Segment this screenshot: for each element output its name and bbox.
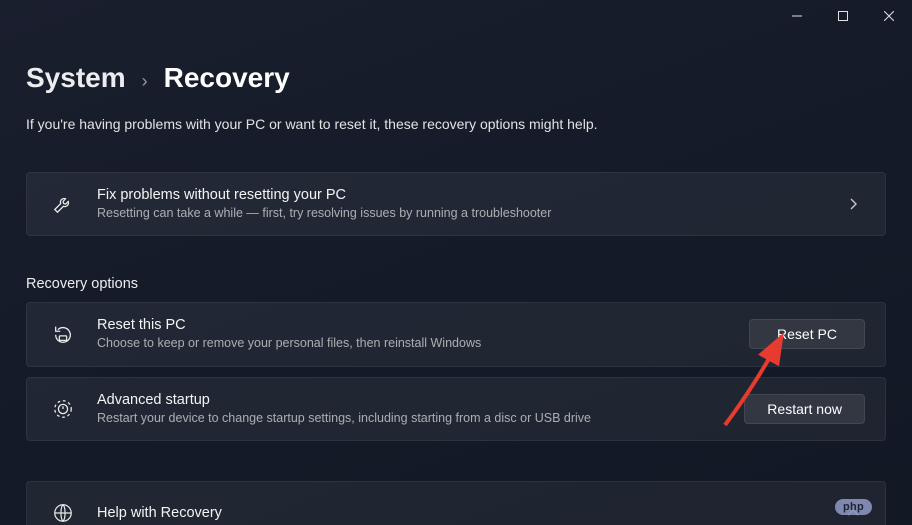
reset-pc-title: Reset this PC (97, 317, 749, 333)
reset-pc-description: Choose to keep or remove your personal f… (97, 335, 749, 351)
fix-problems-description: Resetting can take a while — first, try … (97, 205, 841, 221)
page-subtitle: If you're having problems with your PC o… (26, 116, 886, 132)
php-badge: php (835, 499, 872, 515)
reset-pc-card: Reset this PC Choose to keep or remove y… (26, 302, 886, 366)
breadcrumb-current: Recovery (164, 62, 290, 94)
minimize-button[interactable] (774, 0, 820, 32)
minimize-icon (792, 11, 802, 21)
chevron-right-icon (841, 192, 865, 216)
wrench-icon (41, 193, 85, 215)
close-button[interactable] (866, 0, 912, 32)
chevron-right-icon: › (142, 71, 148, 92)
fix-problems-card[interactable]: Fix problems without resetting your PC R… (26, 172, 886, 236)
help-recovery-title: Help with Recovery (97, 505, 841, 521)
restart-now-button[interactable]: Restart now (744, 394, 865, 424)
breadcrumb-parent[interactable]: System (26, 62, 126, 94)
globe-icon (41, 502, 85, 524)
reset-icon (41, 323, 85, 345)
advanced-startup-title: Advanced startup (97, 392, 744, 408)
advanced-startup-card: Advanced startup Restart your device to … (26, 377, 886, 441)
maximize-button[interactable] (820, 0, 866, 32)
power-icon (41, 398, 85, 420)
window-titlebar (0, 0, 912, 32)
fix-problems-title: Fix problems without resetting your PC (97, 187, 841, 203)
maximize-icon (838, 11, 848, 21)
help-recovery-card[interactable]: Help with Recovery (26, 481, 886, 525)
advanced-startup-description: Restart your device to change startup se… (97, 410, 744, 426)
breadcrumb: System › Recovery (26, 62, 886, 94)
recovery-options-header: Recovery options (26, 276, 886, 292)
page-content: System › Recovery If you're having probl… (0, 32, 912, 525)
reset-pc-button[interactable]: Reset PC (749, 319, 865, 349)
close-icon (884, 11, 894, 21)
